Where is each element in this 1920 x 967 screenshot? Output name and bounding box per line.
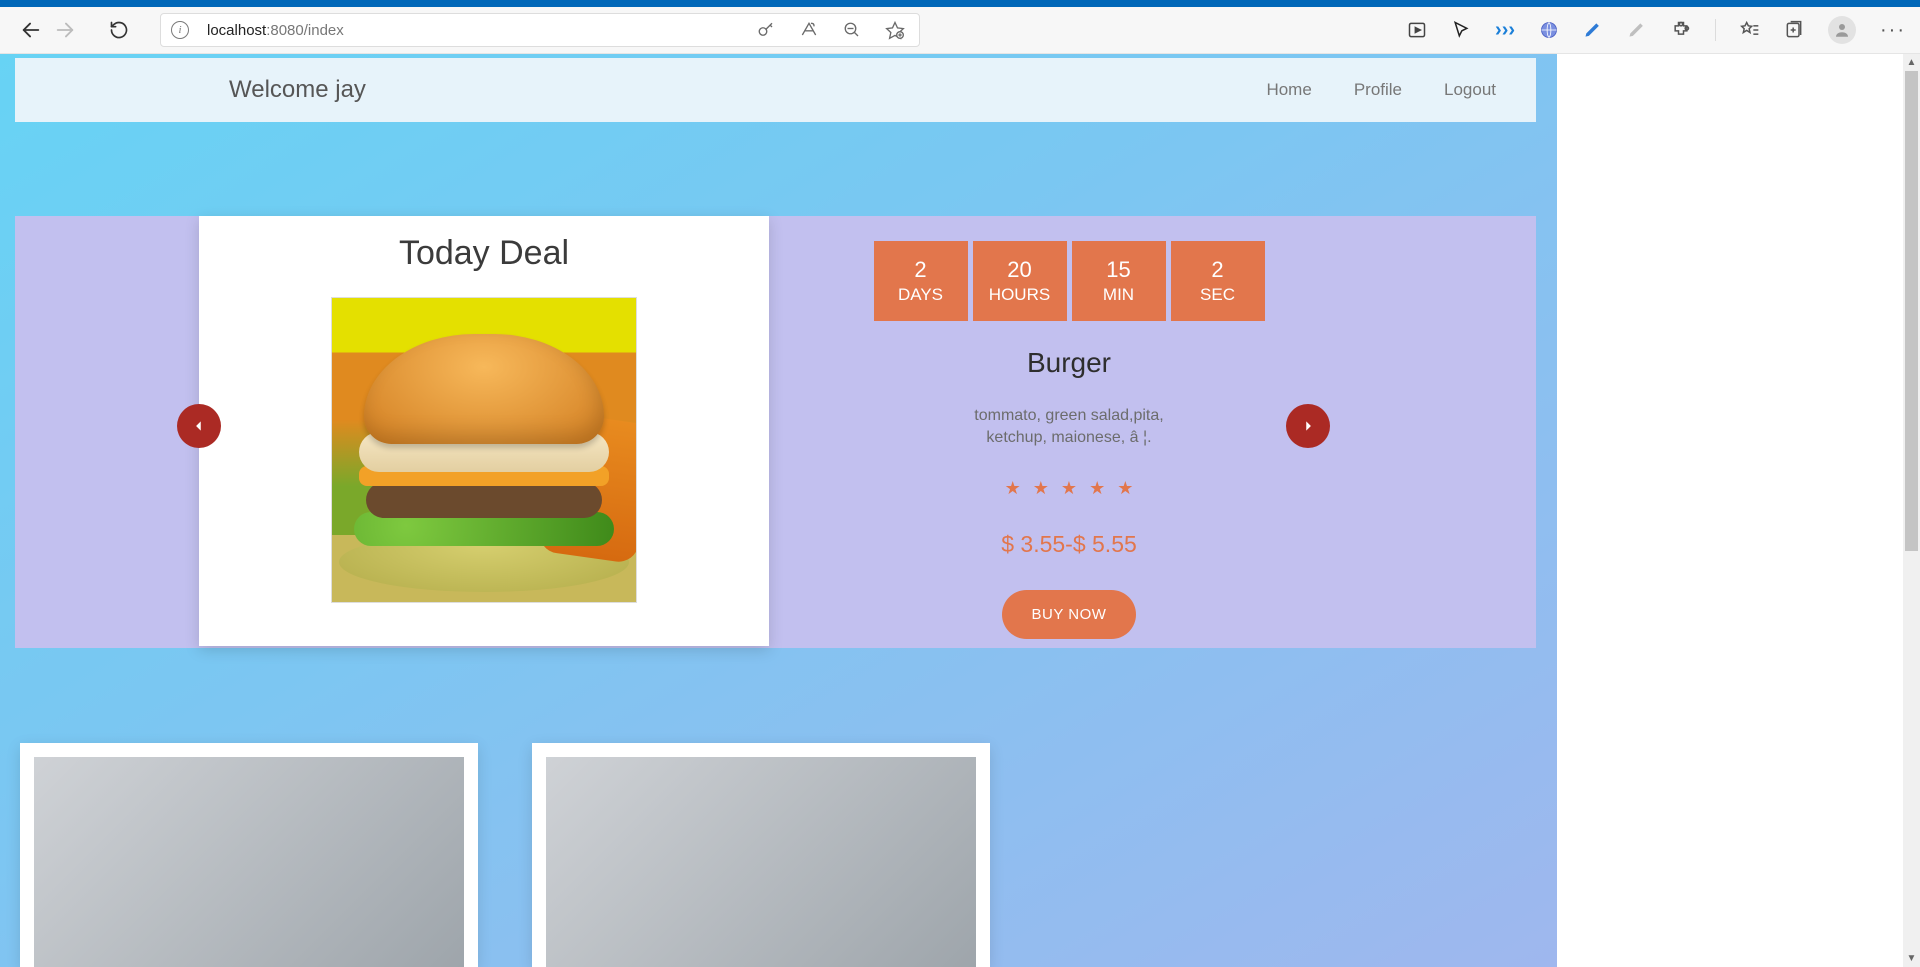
scroll-thumb[interactable] bbox=[1905, 71, 1918, 551]
countdown-sec: 2SEC bbox=[1171, 241, 1265, 321]
more-menu-icon[interactable]: ··· bbox=[1880, 19, 1906, 42]
star-icon: ★ bbox=[1089, 478, 1105, 499]
forward-button bbox=[48, 13, 82, 47]
favorite-icon[interactable] bbox=[885, 20, 905, 40]
address-bar[interactable]: i localhost:8080/index bbox=[160, 13, 920, 47]
site-info-icon[interactable]: i bbox=[171, 21, 189, 39]
scroll-down-arrow[interactable]: ▼ bbox=[1903, 950, 1920, 967]
countdown: 2DAYS 20HOURS 15MIN 2SEC bbox=[874, 241, 1265, 321]
carousel-next-button[interactable] bbox=[1286, 404, 1330, 448]
viewport-gutter bbox=[1557, 54, 1903, 967]
buy-now-button[interactable]: BUY NOW bbox=[1002, 590, 1137, 639]
browser-toolbar: i localhost:8080/index ››› ··· bbox=[0, 7, 1920, 54]
countdown-hours: 20HOURS bbox=[973, 241, 1067, 321]
vertical-scrollbar[interactable]: ▲ ▼ bbox=[1903, 54, 1920, 967]
content-card[interactable] bbox=[20, 743, 478, 967]
deal-section: Today Deal 2DAYS 20HOURS 15MIN 2SEC bbox=[15, 216, 1536, 648]
rating-stars: ★ ★ ★ ★ ★ bbox=[1005, 478, 1134, 499]
back-button[interactable] bbox=[14, 13, 48, 47]
read-aloud-icon[interactable] bbox=[799, 20, 819, 40]
welcome-text: Welcome jay bbox=[229, 76, 366, 104]
countdown-days: 2DAYS bbox=[874, 241, 968, 321]
page-content: Welcome jay Home Profile Logout Today De… bbox=[0, 54, 1557, 967]
viewport: Welcome jay Home Profile Logout Today De… bbox=[0, 54, 1920, 967]
deal-heading: Today Deal bbox=[399, 234, 569, 273]
deal-details: 2DAYS 20HOURS 15MIN 2SEC Burger tommato,… bbox=[769, 216, 1369, 646]
pen-blue-icon[interactable] bbox=[1583, 20, 1603, 40]
scroll-track[interactable] bbox=[1903, 71, 1920, 950]
password-icon[interactable] bbox=[757, 21, 775, 39]
zoom-out-icon[interactable] bbox=[843, 21, 861, 39]
deal-card: Today Deal bbox=[199, 216, 769, 646]
carousel-prev-button[interactable] bbox=[177, 404, 221, 448]
url-text: localhost:8080/index bbox=[207, 22, 344, 39]
profile-avatar[interactable] bbox=[1828, 16, 1856, 44]
pen-gray-icon[interactable] bbox=[1627, 20, 1647, 40]
nav-link-profile[interactable]: Profile bbox=[1354, 80, 1402, 100]
content-card[interactable] bbox=[532, 743, 990, 967]
cursor-icon[interactable] bbox=[1451, 20, 1471, 40]
nav-link-home[interactable]: Home bbox=[1266, 80, 1311, 100]
sound-icon[interactable]: ››› bbox=[1495, 19, 1515, 42]
product-description: tommato, green salad,pita, ketchup, maio… bbox=[949, 405, 1189, 450]
site-navbar: Welcome jay Home Profile Logout bbox=[15, 58, 1536, 122]
media-icon[interactable] bbox=[1407, 20, 1427, 40]
scroll-up-arrow[interactable]: ▲ bbox=[1903, 54, 1920, 71]
star-icon: ★ bbox=[1061, 478, 1077, 499]
countdown-min: 15MIN bbox=[1072, 241, 1166, 321]
toolbar-separator bbox=[1715, 19, 1716, 41]
product-price: $ 3.55-$ 5.55 bbox=[1001, 531, 1137, 558]
star-icon: ★ bbox=[1033, 478, 1049, 499]
star-icon: ★ bbox=[1005, 478, 1021, 499]
globe-icon[interactable] bbox=[1539, 20, 1559, 40]
collections-icon[interactable] bbox=[1784, 20, 1804, 40]
refresh-button[interactable] bbox=[102, 13, 136, 47]
favorites-list-icon[interactable] bbox=[1740, 20, 1760, 40]
product-image bbox=[331, 297, 637, 603]
nav-link-logout[interactable]: Logout bbox=[1444, 80, 1496, 100]
extensions-icon[interactable] bbox=[1671, 20, 1691, 40]
browser-top-accent bbox=[0, 0, 1920, 7]
product-name: Burger bbox=[1027, 347, 1111, 379]
star-icon: ★ bbox=[1117, 478, 1133, 499]
